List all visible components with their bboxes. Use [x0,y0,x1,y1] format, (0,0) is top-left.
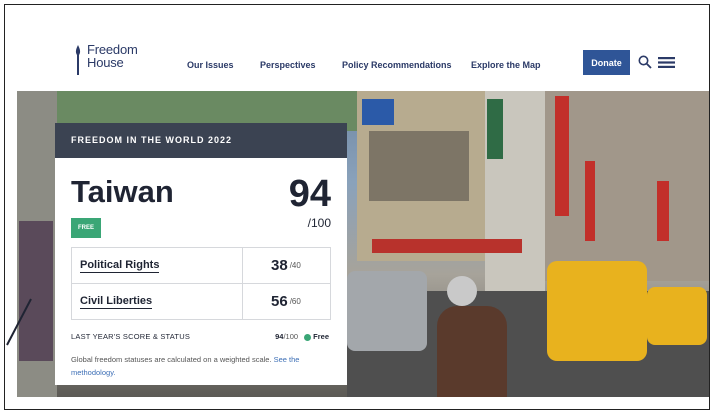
note-text: Global freedom statuses are calculated o… [71,355,274,364]
political-rights-score: 38 [271,257,288,274]
freedom-house-logo[interactable]: Freedom House [73,43,138,77]
card-header: FREEDOM IN THE WORLD 2022 [55,123,347,158]
civil-liberties-max: /60 [289,297,301,306]
country-name: Taiwan [71,174,174,209]
nav-explore-the-map[interactable]: Explore the Map [471,60,541,70]
nav-our-issues[interactable]: Our Issues [187,60,234,70]
table-row: Political Rights 38 /40 [72,248,330,283]
table-row: Civil Liberties 56 /60 [72,283,330,319]
methodology-note: Global freedom statuses are calculated o… [71,353,326,379]
civil-liberties-link[interactable]: Civil Liberties [80,295,153,309]
total-score: 94 [288,173,331,215]
annotation-arrow-icon [6,298,32,346]
last-year-row: LAST YEAR'S SCORE & STATUS 94/100 Free [71,332,329,341]
freedom-score-card: FREEDOM IN THE WORLD 2022 Taiwan 94 /100… [55,123,347,385]
last-year-label: LAST YEAR'S SCORE & STATUS [71,332,191,341]
donate-button[interactable]: Donate [583,50,630,75]
last-year-status: Free [313,332,329,341]
civil-liberties-score: 56 [271,293,288,310]
search-icon[interactable] [638,55,652,69]
status-badge: FREE [71,218,101,238]
nav-policy-recommendations[interactable]: Policy Recommendations [342,60,452,70]
score-table: Political Rights 38 /40 Civil Liberties … [71,247,331,320]
torch-icon [75,45,81,75]
last-year-max: /100 [283,332,299,341]
status-dot-icon [304,333,312,341]
menu-icon[interactable] [658,57,675,68]
nav-perspectives[interactable]: Perspectives [260,60,316,70]
political-rights-link[interactable]: Political Rights [80,259,160,273]
total-score-max: /100 [307,216,331,230]
screenshot-frame: Freedom House Our Issues Perspectives Po… [4,4,710,410]
political-rights-max: /40 [289,261,301,270]
brand-line-2: House [87,55,124,70]
